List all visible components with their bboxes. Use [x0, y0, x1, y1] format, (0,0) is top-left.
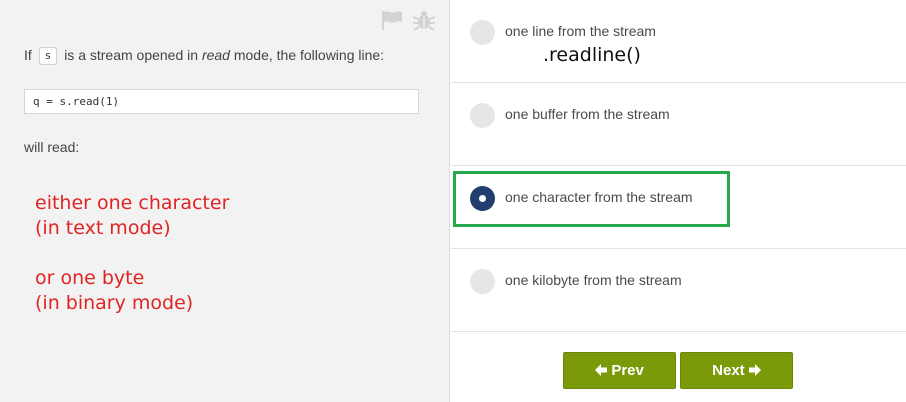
question-text: If s is a stream opened in read mode, th…: [24, 47, 384, 65]
answer-label: one buffer from the stream: [505, 106, 670, 122]
will-read-text: will read:: [24, 139, 80, 155]
annotation-line: (in binary mode): [35, 292, 194, 314]
question-suffix: mode, the following line:: [233, 47, 385, 63]
question-middle: is a stream opened in: [64, 47, 199, 63]
arrow-right-icon: [748, 364, 761, 376]
radio-button[interactable]: [470, 269, 495, 294]
prev-label: Prev: [611, 362, 644, 379]
answer-option[interactable]: one kilobyte from the stream: [451, 249, 906, 332]
question-mode: read: [201, 47, 230, 63]
radio-button-selected[interactable]: [470, 186, 495, 211]
code-snippet: q = s.read(1): [24, 89, 419, 114]
annotation-line: either one character: [35, 192, 230, 214]
bug-icon[interactable]: [412, 9, 436, 31]
next-label: Next: [712, 362, 745, 379]
flag-icon[interactable]: [380, 9, 404, 31]
radio-button[interactable]: [470, 20, 495, 45]
annotation-line: (in text mode): [35, 217, 171, 239]
annotation-line: or one byte: [35, 267, 145, 289]
answers-panel: one line from the stream .readline() one…: [451, 0, 906, 402]
next-button[interactable]: Next: [680, 352, 793, 389]
annotation-byte: or one byte (in binary mode): [35, 266, 193, 316]
question-panel: If s is a stream opened in read mode, th…: [0, 0, 450, 402]
inline-code-variable: s: [38, 47, 58, 65]
answer-option[interactable]: one buffer from the stream: [451, 83, 906, 166]
question-prefix: If: [24, 47, 32, 63]
answer-label: one line from the stream: [505, 23, 656, 39]
arrow-left-icon: [595, 364, 608, 376]
readline-annotation: .readline(): [543, 44, 641, 66]
answer-option-selected[interactable]: one character from the stream: [451, 166, 906, 249]
answer-label: one kilobyte from the stream: [505, 272, 682, 288]
prev-button[interactable]: Prev: [563, 352, 676, 389]
annotation-character: either one character (in text mode): [35, 191, 229, 241]
radio-button[interactable]: [470, 103, 495, 128]
answer-label: one character from the stream: [505, 189, 693, 205]
answer-option[interactable]: one line from the stream .readline(): [451, 0, 906, 83]
